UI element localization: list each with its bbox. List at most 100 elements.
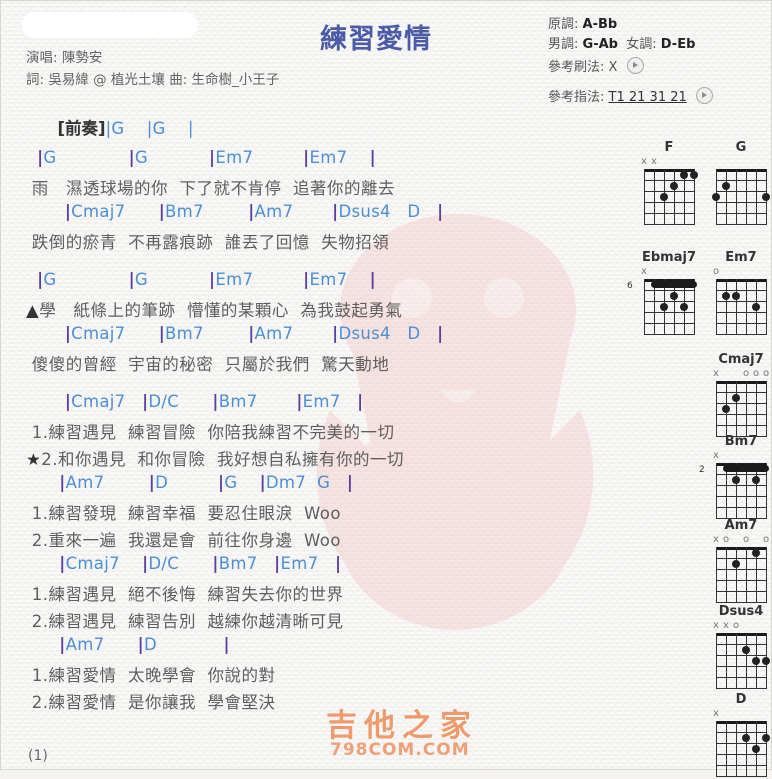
- chord-diagram-name: Em7: [725, 250, 757, 265]
- fret-line: [716, 224, 766, 225]
- fret-line: [716, 213, 766, 214]
- meta-pick-label: 參考指法:: [548, 90, 605, 105]
- play-strum-icon[interactable]: [626, 57, 644, 74]
- muted-string-icon: x: [713, 450, 719, 461]
- open-string-icon: o: [743, 534, 750, 545]
- open-mute-markers: xooo: [710, 368, 772, 379]
- string-line: [716, 279, 717, 335]
- finger-dot: [690, 170, 698, 179]
- chord-diagram: G: [710, 140, 772, 227]
- fret-line: [716, 290, 766, 291]
- meta-male-key-value: G-Ab: [582, 37, 618, 52]
- string-line: [736, 721, 737, 777]
- fret-line: [716, 202, 766, 203]
- string-line: [726, 547, 727, 603]
- meta-original-key-label: 原調:: [548, 17, 579, 32]
- string-line: [766, 547, 767, 603]
- barre-marker: [651, 281, 697, 288]
- lyric-line: 1.練習遇見 練習冒險 你陪我練習不完美的一切: [26, 423, 395, 442]
- lyric-line: 傻傻的曾經 宇宙的秘密 只屬於我們 驚天動地: [26, 355, 390, 374]
- play-pick-icon[interactable]: [695, 87, 713, 104]
- fret-line: [644, 224, 694, 225]
- fret-line: [716, 301, 766, 302]
- chord-diagram: Am7 x o o o: [710, 518, 772, 605]
- chord-diagram: Em7 o: [710, 250, 772, 337]
- fret-line: [716, 485, 766, 486]
- chord-diagram-name: F: [664, 140, 674, 155]
- fret-line: [644, 180, 694, 181]
- fret-position-label: 6: [627, 281, 633, 291]
- chord-line: |Cmaj7 |Bm7 |Am7 |Dsus4 D |: [64, 324, 444, 343]
- finger-dot: [762, 733, 770, 742]
- chord-diagram: Ebmaj7 x 6: [627, 250, 700, 337]
- string-line: [726, 279, 727, 335]
- nut: [716, 279, 766, 282]
- fret-line: [644, 334, 694, 335]
- fretboard-grid: [710, 545, 772, 605]
- chord-diagram-name: Cmaj7: [718, 352, 764, 367]
- string-line: [746, 721, 747, 777]
- string-line: [726, 721, 727, 777]
- open-mute-markers: x: [710, 708, 772, 719]
- fret-line: [716, 474, 766, 475]
- string-line: [716, 381, 717, 437]
- fret-line: [716, 496, 766, 497]
- fretboard-grid: [638, 167, 700, 227]
- chord-line: |G |G |Em7 |Em7 |: [37, 270, 376, 289]
- lyric-line: 1.練習遇見 絕不後悔 練習失去你的世界: [26, 585, 344, 604]
- fret-line: [644, 301, 694, 302]
- muted-string-icon: x: [723, 620, 729, 631]
- lyric-line: ★2.和你遇見 和你冒險 我好想自私擁有你的一切: [26, 450, 405, 469]
- finger-dot: [732, 393, 740, 402]
- open-string-icon: o: [763, 368, 770, 379]
- chord-diagram: Cmaj7 x o o o: [710, 352, 772, 439]
- fret-line: [716, 580, 766, 581]
- open-string-icon: o: [753, 368, 760, 379]
- fretboard-grid: [710, 379, 772, 439]
- lyric-line: 1.練習愛情 太晚學會 你說的對: [26, 666, 276, 685]
- fret-line: [644, 191, 694, 192]
- meta-original-key: 原調: A-Bb: [548, 13, 617, 32]
- finger-dot: [732, 475, 740, 484]
- string-line: [716, 547, 717, 603]
- chord-diagram-name: Bm7: [724, 434, 758, 449]
- open-string-icon: o: [733, 620, 740, 631]
- string-line: [716, 463, 717, 519]
- finger-dot: [762, 656, 770, 665]
- string-line: [766, 721, 767, 777]
- fret-line: [716, 732, 766, 733]
- string-line: [746, 169, 747, 225]
- credit-singer: 演唱: 陳勢安: [26, 50, 103, 66]
- fretboard-grid: 6: [627, 277, 700, 337]
- nut: [716, 721, 766, 724]
- fret-line: [716, 655, 766, 656]
- watermark-url: 798COM.COM: [330, 740, 470, 760]
- muted-string-icon: x: [641, 156, 647, 167]
- muted-string-icon: x: [641, 266, 647, 277]
- open-mute-markers: xx: [638, 156, 700, 167]
- fret-line: [716, 392, 766, 393]
- lyric-line: 2.練習遇見 練習告別 越練你越清晰可見: [26, 612, 344, 631]
- redacted-area: [22, 12, 198, 38]
- string-line: [766, 381, 767, 437]
- finger-dot: [670, 181, 678, 190]
- fretboard-grid: [710, 719, 772, 779]
- lyric-line: 雨 濕透球場的你 下了就不肯停 追著你的離去: [26, 179, 395, 198]
- finger-dot: [742, 645, 750, 654]
- string-line: [736, 279, 737, 335]
- chord-line: |Cmaj7 |D/C |Bm7 |Em7 |: [59, 554, 342, 573]
- finger-dot: [680, 302, 688, 311]
- page-number: (1): [28, 748, 48, 764]
- lyric-line: 2.練習愛情 是你讓我 學會堅決: [26, 693, 276, 712]
- lyric-line: ▲學 紙條上的筆跡 懵懂的某顆心 為我鼓起勇氣: [26, 301, 403, 320]
- string-line: [756, 381, 757, 437]
- muted-string-icon: x: [713, 534, 719, 545]
- finger-dot: [732, 291, 740, 300]
- fretboard-grid: [710, 631, 772, 691]
- watermark-logo: 吉他之家: [326, 708, 478, 744]
- finger-dot: [752, 656, 760, 665]
- finger-dot: [752, 548, 760, 557]
- fret-line: [716, 677, 766, 678]
- meta-female-key-value: D-Eb: [660, 37, 696, 52]
- fret-line: [716, 191, 766, 192]
